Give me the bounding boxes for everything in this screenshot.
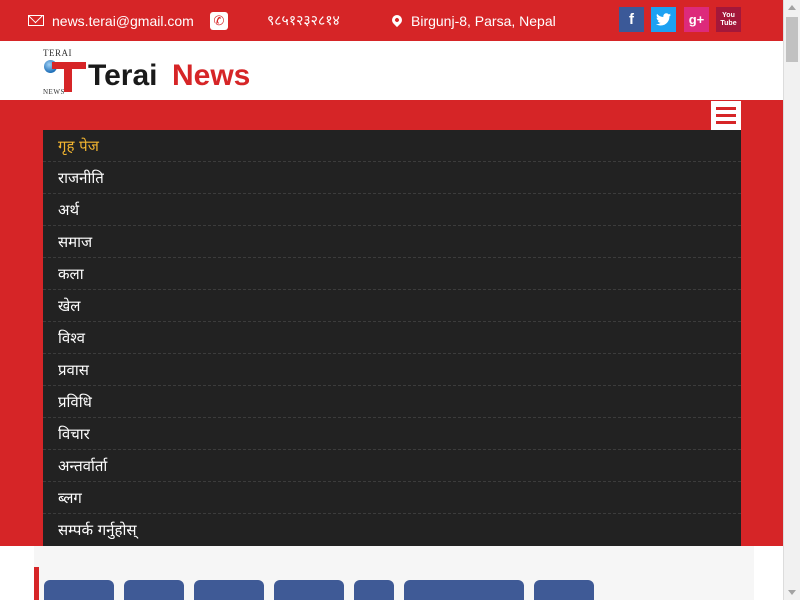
menu-item-world[interactable]: विश्व	[43, 322, 741, 354]
phone-icon: ✆	[210, 11, 228, 30]
menu-item-opinion[interactable]: विचार	[43, 418, 741, 450]
logo-small-top: TERAI	[43, 48, 72, 58]
email-text[interactable]: news.terai@gmail.com	[52, 13, 194, 29]
phone-number[interactable]: ९८५१२३२८१४	[267, 0, 340, 41]
top-bar: news.terai@gmail.com ✆ ९८५१२३२८१४ Birgun…	[0, 0, 783, 41]
vertical-scrollbar[interactable]	[783, 0, 800, 600]
menu-item-politics[interactable]: राजनीति	[43, 162, 741, 194]
brand-name-terai: Terai	[88, 59, 158, 92]
location-pin-icon	[389, 12, 405, 27]
menu-item-home[interactable]: गृह पेज	[43, 130, 741, 162]
scroll-up-arrow-icon[interactable]	[784, 0, 800, 16]
facebook-icon[interactable]: f	[619, 7, 644, 32]
headline-fragment	[194, 580, 264, 600]
email-contact[interactable]: news.terai@gmail.com	[28, 0, 194, 41]
menu-item-technology[interactable]: प्रविधि	[43, 386, 741, 418]
youtube-icon[interactable]: You Tube	[716, 7, 741, 32]
phone-text[interactable]: ९८५१२३२८१४	[267, 11, 340, 30]
scroll-down-arrow-icon[interactable]	[784, 584, 800, 600]
menu-item-sports[interactable]: खेल	[43, 290, 741, 322]
headline-fragment	[354, 580, 394, 600]
menu-item-society[interactable]: समाज	[43, 226, 741, 258]
headline-fragment	[404, 580, 524, 600]
main-menu: गृह पेज राजनीति अर्थ समाज कला खेल विश्व …	[43, 130, 741, 546]
menu-item-contact[interactable]: सम्पर्क गर्नुहोस्	[43, 514, 741, 545]
headline-partial[interactable]	[44, 580, 594, 600]
hamburger-line	[716, 114, 736, 117]
menu-item-blog[interactable]: ब्लग	[43, 482, 741, 514]
menu-item-interview[interactable]: अन्तर्वार्ता	[43, 450, 741, 482]
headline-fragment	[124, 580, 184, 600]
menu-item-diaspora[interactable]: प्रवास	[43, 354, 741, 386]
brand-name-news: News	[172, 59, 251, 92]
logo-t-stem	[64, 62, 72, 92]
headline-fragment	[44, 580, 114, 600]
card-accent-bar	[34, 567, 39, 600]
hamburger-line	[716, 121, 736, 124]
menu-item-economy[interactable]: अर्थ	[43, 194, 741, 226]
mail-icon	[28, 15, 44, 26]
twitter-icon[interactable]	[651, 7, 676, 32]
menu-toggle-button[interactable]	[711, 101, 741, 130]
logo-small-bottom: NEWS	[43, 88, 65, 96]
headline-fragment	[274, 580, 344, 600]
phone-contact[interactable]: ✆	[210, 0, 228, 41]
address-contact: Birgunj-8, Parsa, Nepal	[389, 0, 556, 41]
hamburger-line	[716, 107, 736, 110]
headline-fragment	[534, 580, 594, 600]
google-plus-icon[interactable]: g+	[684, 7, 709, 32]
menu-item-art[interactable]: कला	[43, 258, 741, 290]
scroll-thumb[interactable]	[786, 17, 798, 62]
address-text: Birgunj-8, Parsa, Nepal	[411, 12, 556, 29]
